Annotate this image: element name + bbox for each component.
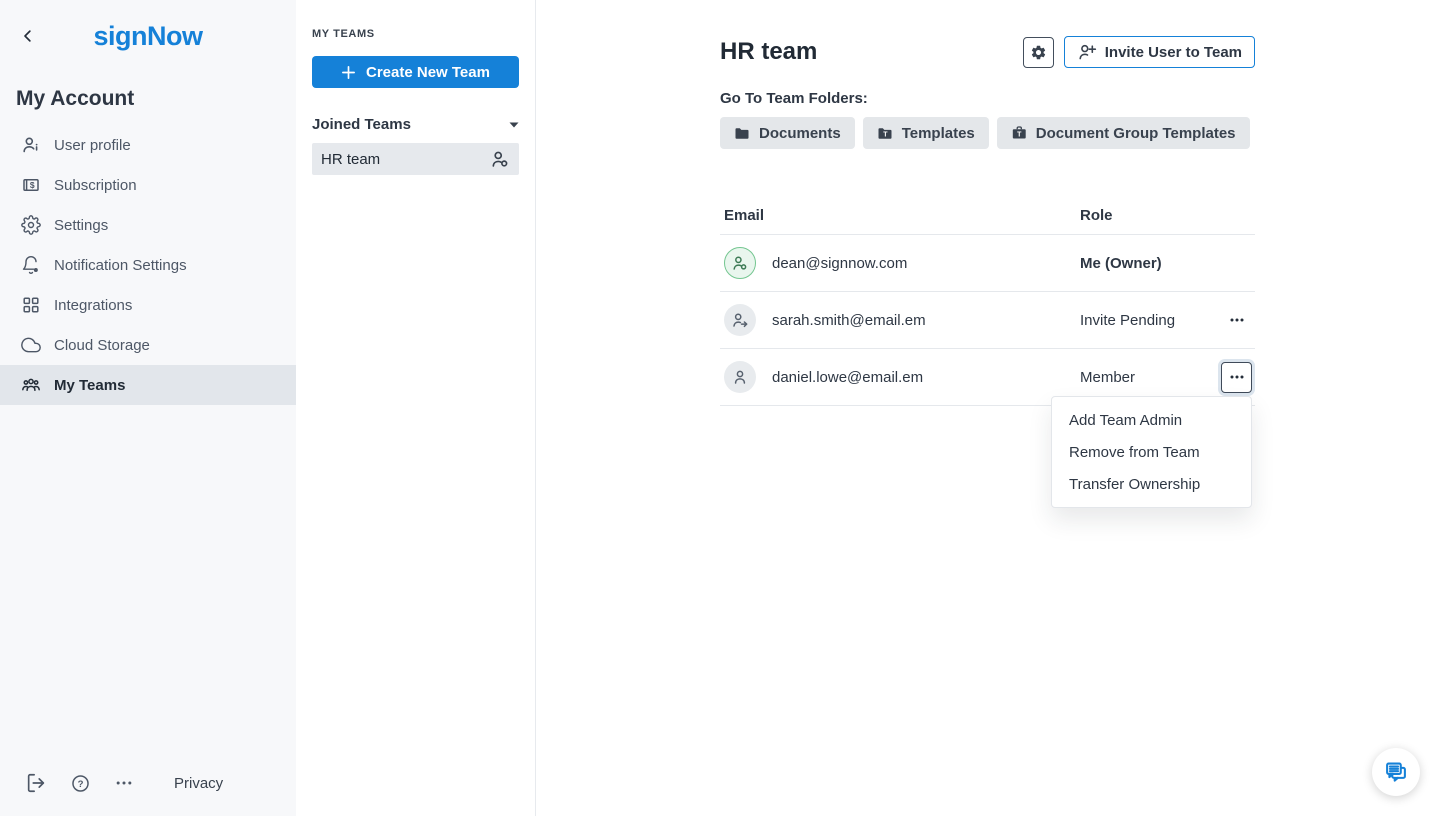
sidebar-item-settings[interactable]: Settings — [0, 205, 296, 245]
help-icon: ? — [70, 773, 91, 794]
team-header-row: HR team — [720, 34, 1255, 70]
table-row: sarah.smith@email.em Invite Pending — [720, 292, 1255, 349]
team-actions: Invite User to Team — [1023, 36, 1255, 68]
teams-panel: MY TEAMS Create New Team Joined Teams HR… — [296, 0, 536, 816]
team-owner-icon — [490, 149, 510, 169]
sidebar-item-label: Settings — [54, 217, 108, 234]
caret-down-icon — [509, 122, 519, 128]
help-button[interactable]: ? — [70, 773, 91, 794]
page-title: HR team — [720, 38, 817, 66]
sidebar-footer: ? Privacy — [25, 772, 223, 794]
app-root: signNow My Account User profile $ — [0, 0, 1440, 816]
chat-icon — [1383, 759, 1409, 785]
joined-teams-label: Joined Teams — [312, 116, 411, 133]
member-avatar-icon — [724, 361, 756, 393]
privacy-link[interactable]: Privacy — [174, 775, 223, 792]
row-menu-button-active[interactable] — [1221, 362, 1252, 393]
gear-icon — [1030, 44, 1047, 61]
folder-button-label: Templates — [902, 125, 975, 142]
sidebar-item-label: Notification Settings — [54, 257, 187, 274]
folder-button-label: Document Group Templates — [1036, 125, 1236, 142]
owner-avatar-icon — [724, 247, 756, 279]
member-context-menu: Add Team Admin Remove from Team Transfer… — [1051, 396, 1252, 508]
document-group-icon: T — [1011, 125, 1027, 141]
account-title: My Account — [16, 87, 296, 111]
invite-pending-avatar-icon — [724, 304, 756, 336]
menu-item-add-team-admin[interactable]: Add Team Admin — [1052, 404, 1251, 436]
table-row: dean@signnow.com Me (Owner) — [720, 235, 1255, 292]
sidebar-item-integrations[interactable]: Integrations — [0, 285, 296, 325]
user-profile-icon — [21, 135, 41, 155]
main-content: HR team — [536, 0, 1440, 816]
sidebar-item-label: Cloud Storage — [54, 337, 150, 354]
member-role: Member — [1076, 369, 1221, 386]
create-new-team-button[interactable]: Create New Team — [312, 56, 519, 88]
integrations-icon — [21, 295, 41, 315]
folders-label: Go To Team Folders: — [720, 90, 1255, 107]
account-nav: User profile $ Subscription — [0, 125, 296, 405]
sidebar-item-subscription[interactable]: $ Subscription — [0, 165, 296, 205]
team-settings-button[interactable] — [1023, 37, 1054, 68]
settings-icon — [21, 215, 41, 235]
more-options-button[interactable] — [114, 773, 134, 793]
teams-panel-header: MY TEAMS — [312, 28, 519, 40]
member-role: Me (Owner) — [1076, 255, 1221, 272]
svg-text:T: T — [1017, 132, 1022, 139]
menu-item-remove-from-team[interactable]: Remove from Team — [1052, 436, 1251, 468]
plus-icon — [341, 65, 356, 80]
sidebar-item-notification-settings[interactable]: Notification Settings — [0, 245, 296, 285]
member-email: sarah.smith@email.em — [772, 312, 926, 329]
ellipsis-icon — [1229, 369, 1245, 385]
ellipsis-icon — [1229, 312, 1245, 328]
member-role: Invite Pending — [1076, 312, 1221, 329]
chevron-left-icon — [19, 27, 37, 45]
svg-text:?: ? — [78, 778, 84, 789]
folder-buttons-row: Documents T Templates T — [720, 117, 1255, 149]
svg-text:$: $ — [30, 180, 35, 190]
invite-user-label: Invite User to Team — [1105, 44, 1242, 61]
invite-user-button[interactable]: Invite User to Team — [1064, 36, 1255, 68]
subscription-icon: $ — [21, 175, 41, 195]
sidebar-item-my-teams[interactable]: My Teams — [0, 365, 296, 405]
create-new-team-label: Create New Team — [366, 64, 490, 81]
menu-item-transfer-ownership[interactable]: Transfer Ownership — [1052, 468, 1251, 500]
notification-settings-icon — [21, 255, 41, 275]
joined-teams-toggle[interactable]: Joined Teams — [312, 116, 519, 133]
cloud-storage-icon — [21, 335, 41, 355]
sidebar-item-label: My Teams — [54, 377, 125, 394]
team-members-table: Email Role dean@signnow.com Me (Owner) — [720, 197, 1255, 406]
team-name: HR team — [321, 151, 380, 168]
logout-icon — [25, 772, 47, 794]
template-folder-icon: T — [877, 125, 893, 141]
folder-icon — [734, 125, 750, 141]
back-button[interactable] — [16, 24, 40, 48]
column-header-role: Role — [1076, 207, 1221, 224]
sidebar-item-label: User profile — [54, 137, 131, 154]
member-email: daniel.lowe@email.em — [772, 369, 923, 386]
document-group-templates-button[interactable]: T Document Group Templates — [997, 117, 1250, 149]
signnow-logo: signNow — [0, 0, 296, 51]
member-email: dean@signnow.com — [772, 255, 907, 272]
svg-text:T: T — [883, 132, 888, 139]
sidebar-item-cloud-storage[interactable]: Cloud Storage — [0, 325, 296, 365]
sidebar-item-user-profile[interactable]: User profile — [0, 125, 296, 165]
my-teams-icon — [21, 375, 41, 395]
sidebar-item-label: Integrations — [54, 297, 132, 314]
team-list-item-hr-team[interactable]: HR team — [312, 143, 519, 175]
logout-button[interactable] — [25, 772, 47, 794]
sidebar-item-label: Subscription — [54, 177, 137, 194]
account-sidebar: signNow My Account User profile $ — [0, 0, 296, 816]
table-header-row: Email Role — [720, 197, 1255, 235]
row-menu-button[interactable] — [1221, 305, 1252, 336]
person-plus-icon — [1077, 42, 1097, 62]
column-header-email: Email — [720, 207, 1076, 224]
more-icon — [114, 773, 134, 793]
templates-folder-button[interactable]: T Templates — [863, 117, 989, 149]
folder-button-label: Documents — [759, 125, 841, 142]
documents-folder-button[interactable]: Documents — [720, 117, 855, 149]
chat-widget-button[interactable] — [1372, 748, 1420, 796]
